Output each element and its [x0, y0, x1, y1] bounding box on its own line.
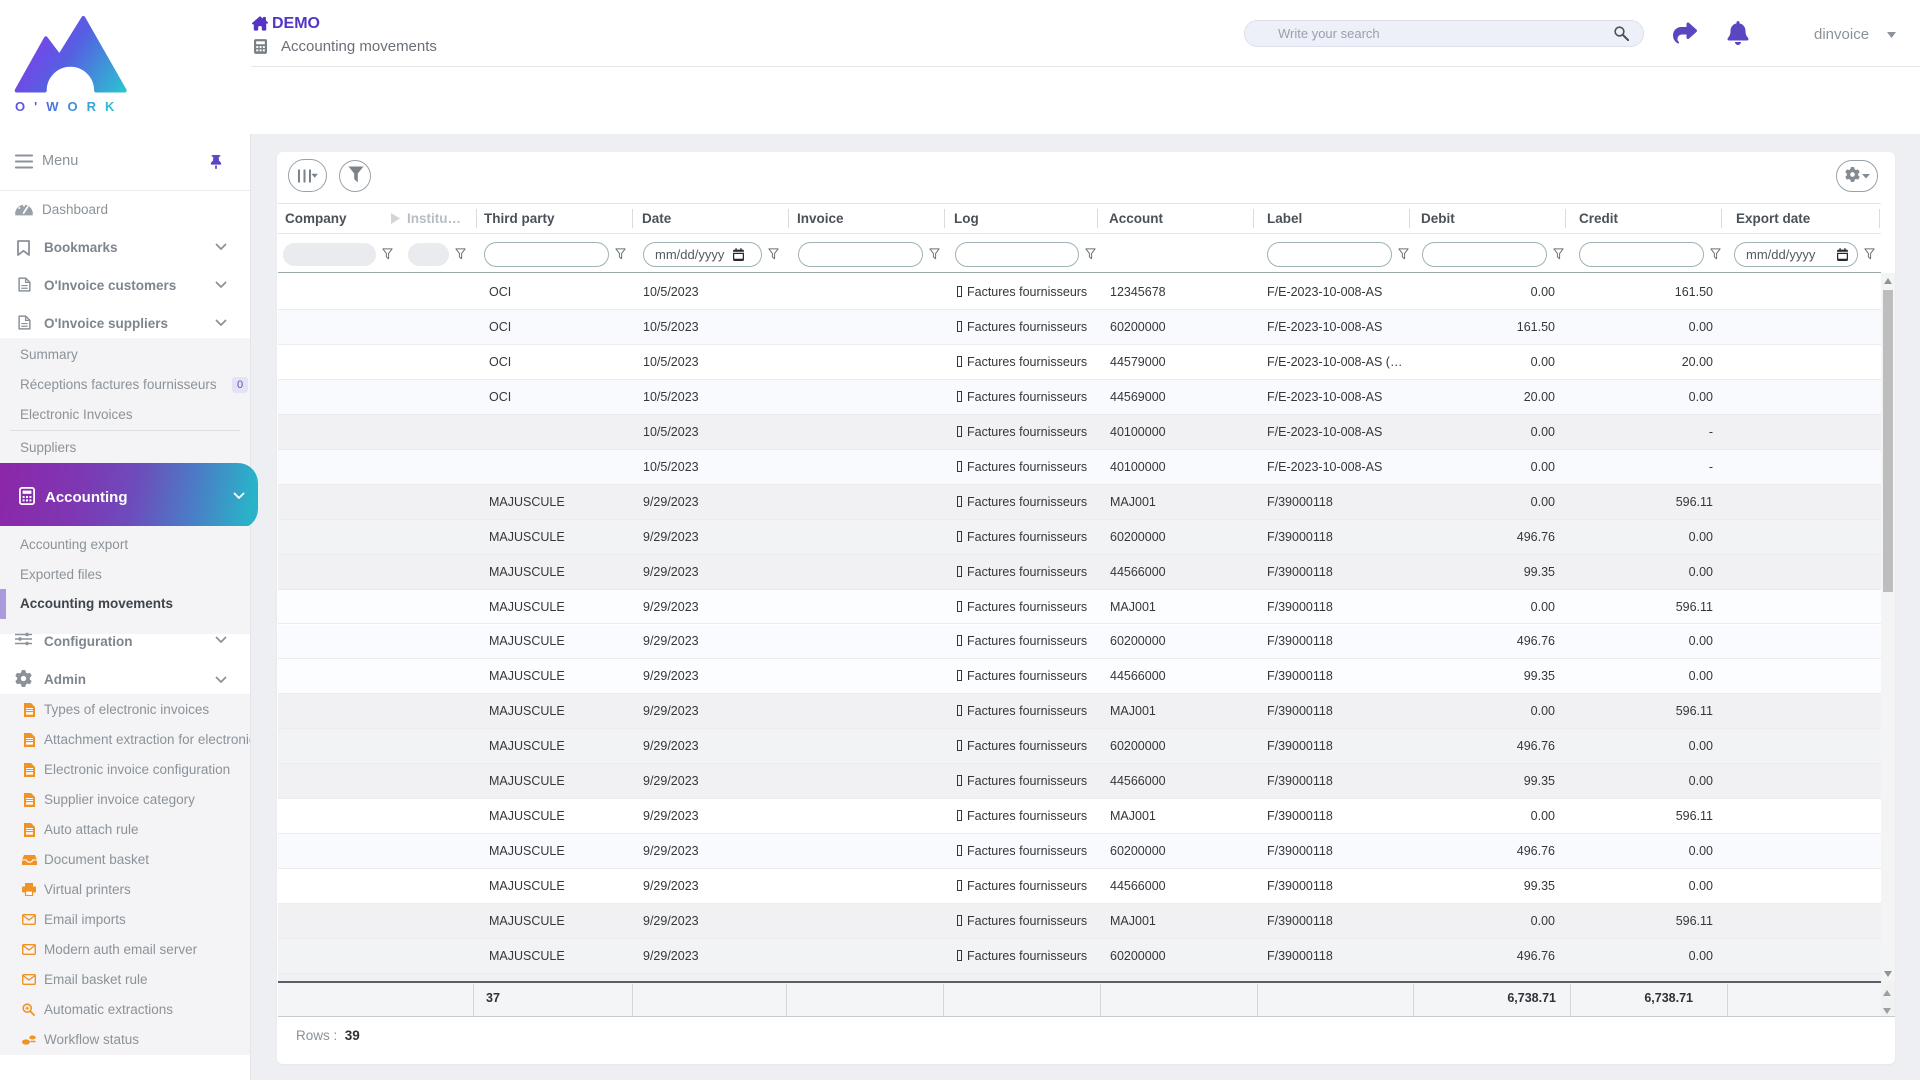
svg-text:O'WORK: O'WORK [15, 99, 123, 114]
